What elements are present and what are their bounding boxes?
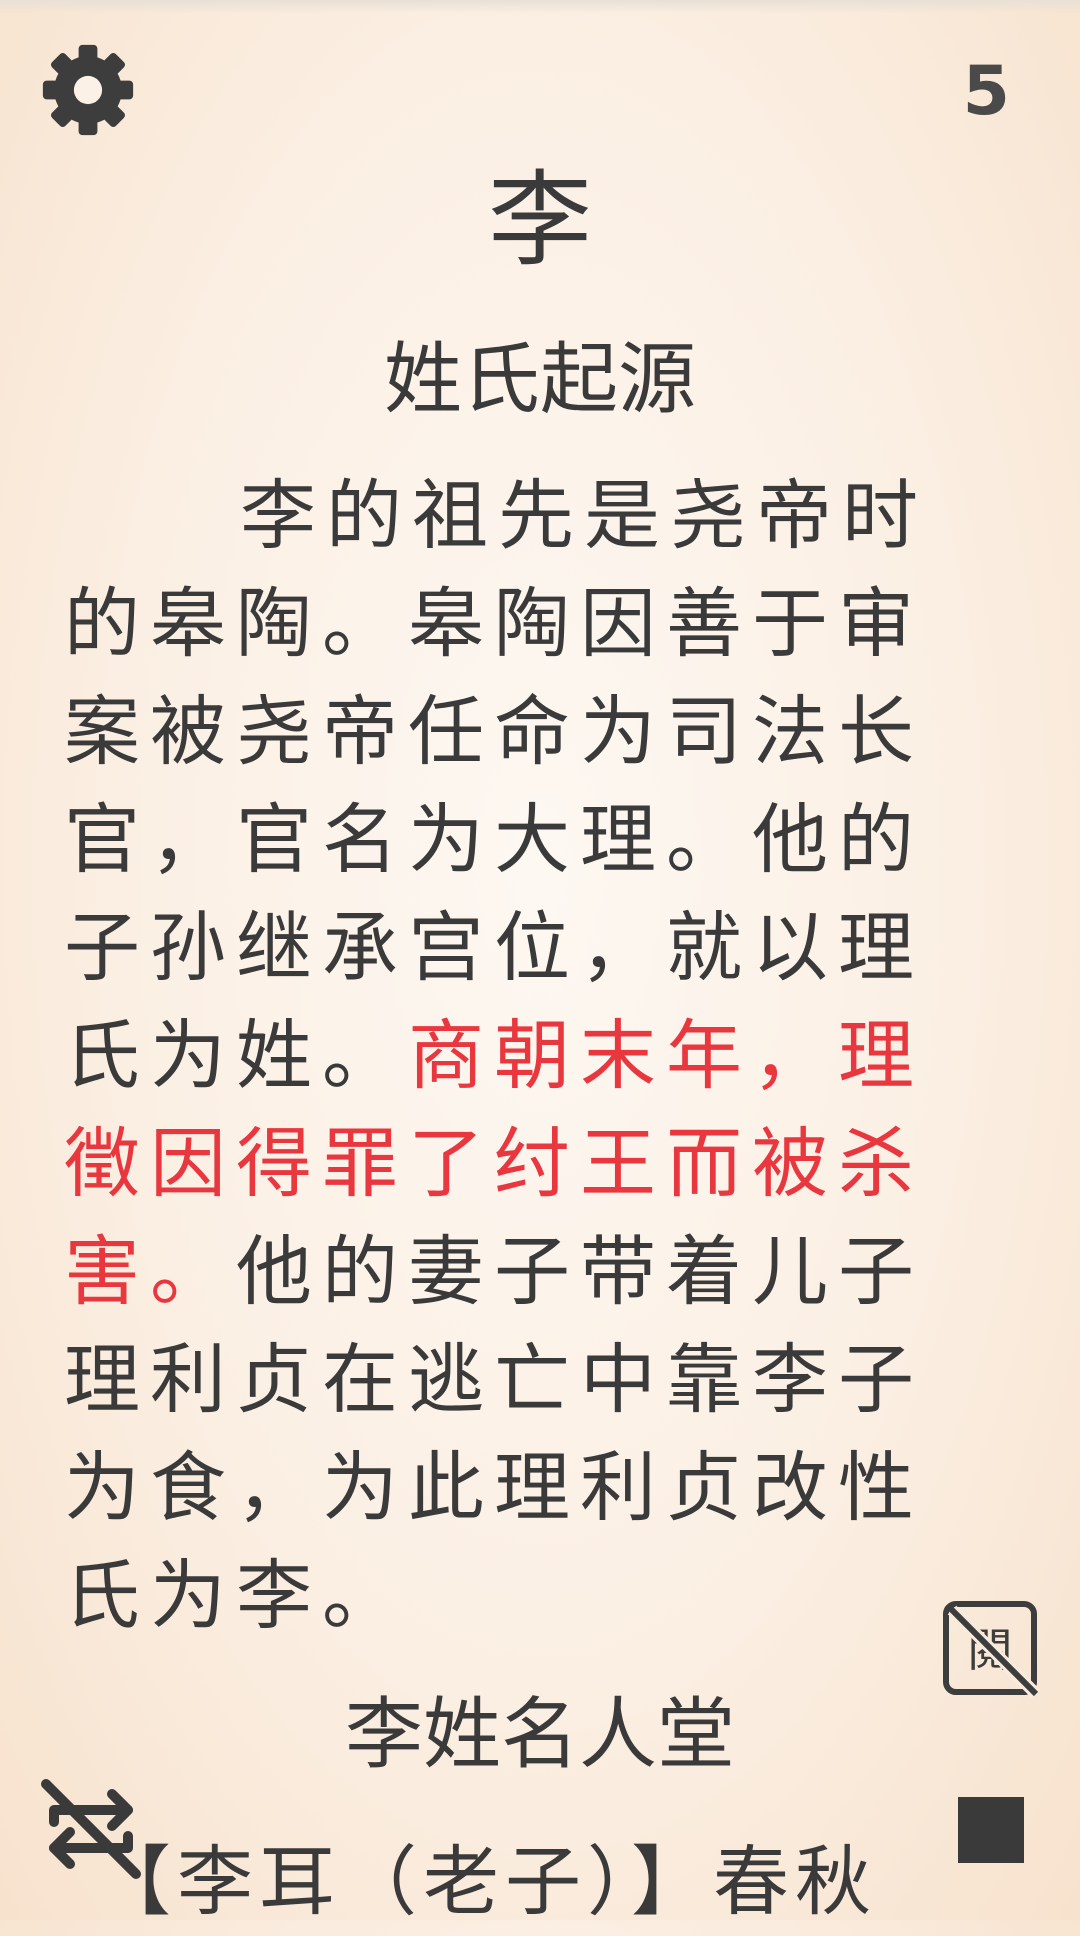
- origin-heading: 姓氏起源: [383, 335, 696, 425]
- status-bar-shadow: [0, 0, 1080, 14]
- reading-off-icon: 閱: [943, 1601, 1041, 1699]
- shuffle-toggle-button[interactable]: [36, 1774, 146, 1884]
- stop-button[interactable]: [958, 1797, 1024, 1863]
- surname-title: 李: [487, 159, 592, 281]
- page-number: 5: [962, 52, 1010, 131]
- settings-button[interactable]: [30, 32, 146, 148]
- famous-people-heading: 李姓名人堂: [344, 1690, 735, 1780]
- shuffle-off-icon: [41, 1779, 141, 1879]
- origin-text-before: 李的祖先是尧帝时的皋陶。皋陶因善于审案被尧帝任命为司法长官，官名为大理。他的子孙…: [64, 471, 928, 1100]
- read-mode-toggle-button[interactable]: 閱: [940, 1598, 1041, 1699]
- gear-icon: [42, 44, 134, 136]
- origin-paragraph: 李的祖先是尧帝时的皋陶。皋陶因善于审案被尧帝任命为司法长官，官名为大理。他的子孙…: [64, 462, 964, 1650]
